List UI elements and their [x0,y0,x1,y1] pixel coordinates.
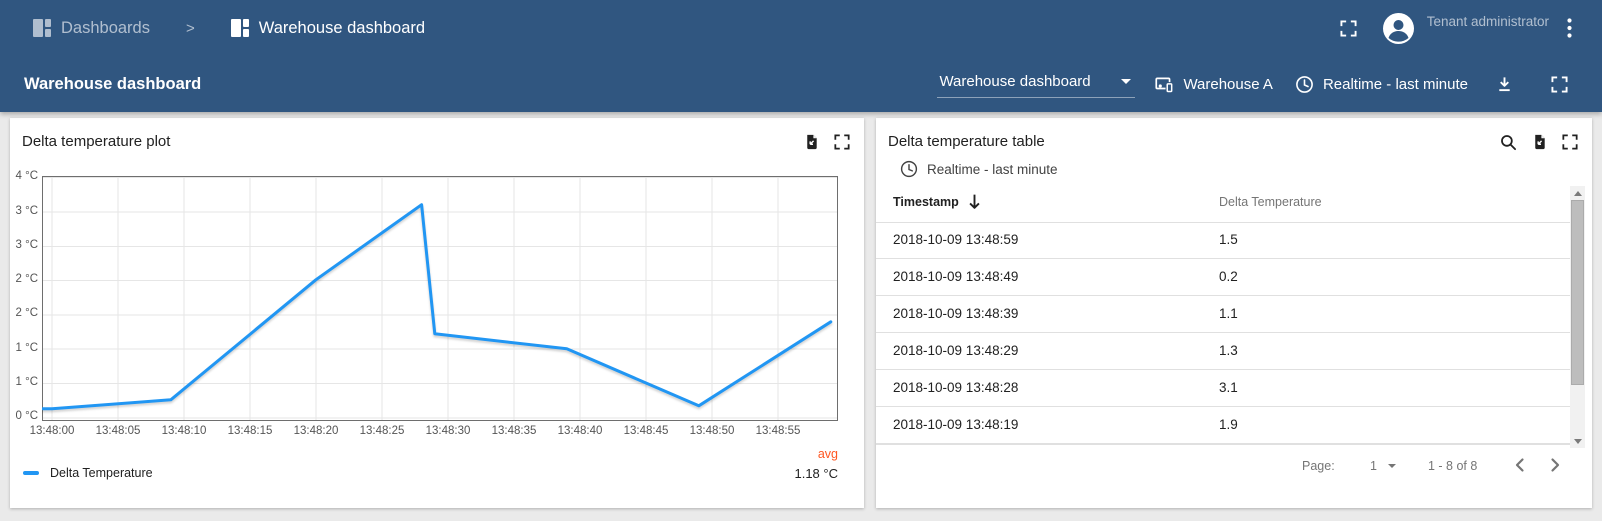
state-select-value: Warehouse dashboard [939,72,1091,90]
timewindow-label: Realtime - last minute [1322,75,1468,93]
table-widget-card: Delta temperature table Realtime - last … [876,118,1592,508]
table-header: Timestamp Delta Temperature [876,192,1570,222]
y-tick-label: 1 °C [15,341,39,354]
y-tick-label: 4 °C [15,170,39,183]
table-timewindow-label: Realtime - last minute [927,161,1058,177]
plot-fullscreen-icon[interactable] [834,133,850,151]
line-chart [41,176,838,421]
table-row[interactable]: 2018-10-09 13:48:28 3.1 [876,370,1570,407]
scroll-up-icon[interactable] [1570,186,1585,200]
dashboard-grid-icon [230,19,249,37]
column-header-timestamp[interactable]: Timestamp [893,195,959,209]
x-tick-label: 13:48:15 [227,425,273,437]
timestamp-cell: 2018-10-09 13:48:19 [893,417,1019,432]
x-tick-label: 13:48:50 [689,425,735,437]
plot-widget-title: Delta temperature plot [22,133,171,150]
footer-divider [876,444,1570,445]
timestamp-cell: 2018-10-09 13:48:29 [893,343,1019,358]
dashboard-state-select[interactable]: Warehouse dashboard [937,71,1136,98]
search-icon[interactable] [1500,133,1517,151]
dashboards-grid-icon [33,19,51,37]
delta-temperature-cell: 1.5 [1219,232,1238,247]
breadcrumb-current: Warehouse dashboard [258,18,426,37]
x-tick-label: 13:48:00 [29,425,75,437]
export-download-icon[interactable] [1496,75,1513,93]
table-row[interactable]: 2018-10-09 13:48:29 1.3 [876,333,1570,370]
plot-svg [41,176,838,421]
next-page-icon[interactable] [1543,453,1567,477]
x-tick-label: 13:48:25 [359,425,405,437]
page-select-caret-icon[interactable] [1388,464,1396,468]
delta-temperature-cell: 3.1 [1219,380,1238,395]
y-tick-label: 1 °C [15,376,39,388]
table-row[interactable]: 2018-10-09 13:48:49 0.2 [876,259,1570,296]
page-range: 1 - 8 of 8 [1428,459,1478,473]
chevron-down-icon [1121,78,1132,84]
entity-label[interactable]: Warehouse A [1183,76,1273,93]
delta-temperature-cell: 1.3 [1219,343,1238,358]
app-bars: Dashboards > Warehouse dashboard Tenant … [0,0,1602,112]
plot-widget-card: Delta temperature plot 4 °C 3 °C 3 °C 2 °C 2… [10,118,864,508]
y-tick-label: 3 °C [15,204,39,217]
breadcrumb-dashboards[interactable]: Dashboards [61,19,150,38]
table-row[interactable]: 2018-10-09 13:48:39 1.1 [876,296,1570,333]
dashboard-title: Warehouse dashboard [24,74,202,93]
toolbar-fullscreen-icon[interactable] [1551,75,1568,93]
sort-desc-icon[interactable] [966,192,983,211]
column-header-delta-temperature[interactable]: Delta Temperature [1219,195,1322,209]
y-tick-label: 0 °C [15,410,39,423]
table-body: 2018-10-09 13:48:59 1.5 2018-10-09 13:48:4… [876,222,1570,444]
top-nav-bar: Dashboards > Warehouse dashboard Tenant … [0,0,1602,56]
aggregation-value: 1.18 °C [794,466,838,481]
delta-temperature-cell: 1.1 [1219,306,1238,321]
chart-legend[interactable]: Delta Temperature [23,466,153,480]
user-avatar[interactable] [1382,12,1414,44]
table-row[interactable]: 2018-10-09 13:48:19 1.9 [876,407,1570,444]
fullscreen-icon[interactable] [1340,19,1357,37]
x-tick-label: 13:48:05 [95,425,141,437]
table-widget-title: Delta temperature table [888,133,1045,150]
export-widget-icon[interactable] [803,133,820,151]
more-vert-icon[interactable] [1567,18,1572,38]
series-label: Delta Temperature [50,466,153,480]
page-label: Page: [1302,459,1335,473]
table-pagination: Page: 1 1 - 8 of 8 [876,451,1592,481]
timewindow-button[interactable]: Realtime - last minute [1295,75,1468,94]
timestamp-cell: 2018-10-09 13:48:28 [893,380,1019,395]
x-tick-label: 13:48:30 [425,425,471,437]
page-select[interactable]: 1 [1370,459,1377,473]
aggregation-label: avg [817,447,838,461]
y-tick-label: 2 °C [15,307,39,320]
delta-temperature-cell: 1.9 [1219,417,1238,432]
x-tick-label: 13:48:55 [755,425,801,437]
dashboard-toolbar: Warehouse dashboard Warehouse dashboard … [0,56,1602,112]
entities-icon [1155,75,1174,94]
table-scrollbar[interactable] [1570,186,1585,448]
export-widget-icon[interactable] [1531,133,1548,151]
breadcrumb-separator: > [185,19,195,37]
breadcrumb: Dashboards > Warehouse dashboard [0,19,425,38]
timestamp-cell: 2018-10-09 13:48:39 [893,306,1019,321]
x-tick-label: 13:48:45 [623,425,669,437]
series-swatch [23,471,39,475]
previous-page-icon[interactable] [1508,453,1532,477]
timestamp-cell: 2018-10-09 13:48:49 [893,269,1019,284]
table-row[interactable]: 2018-10-09 13:48:59 1.5 [876,222,1570,259]
x-tick-label: 13:48:40 [557,425,603,437]
delta-temperature-cell: 0.2 [1219,269,1238,284]
timestamp-cell: 2018-10-09 13:48:59 [893,232,1019,247]
user-role-label: Tenant administrator [1426,13,1549,29]
table-fullscreen-icon[interactable] [1562,133,1578,151]
clock-icon [900,160,918,178]
x-tick-label: 13:48:35 [491,425,537,437]
scroll-down-icon[interactable] [1570,434,1585,448]
scrollbar-thumb[interactable] [1571,200,1584,385]
x-tick-label: 13:48:10 [161,425,207,437]
y-tick-label: 3 °C [15,238,39,251]
y-tick-label: 2 °C [15,273,39,286]
clock-icon [1295,75,1314,94]
x-tick-label: 13:48:20 [293,425,339,437]
table-timewindow-button[interactable]: Realtime - last minute [900,160,1058,178]
